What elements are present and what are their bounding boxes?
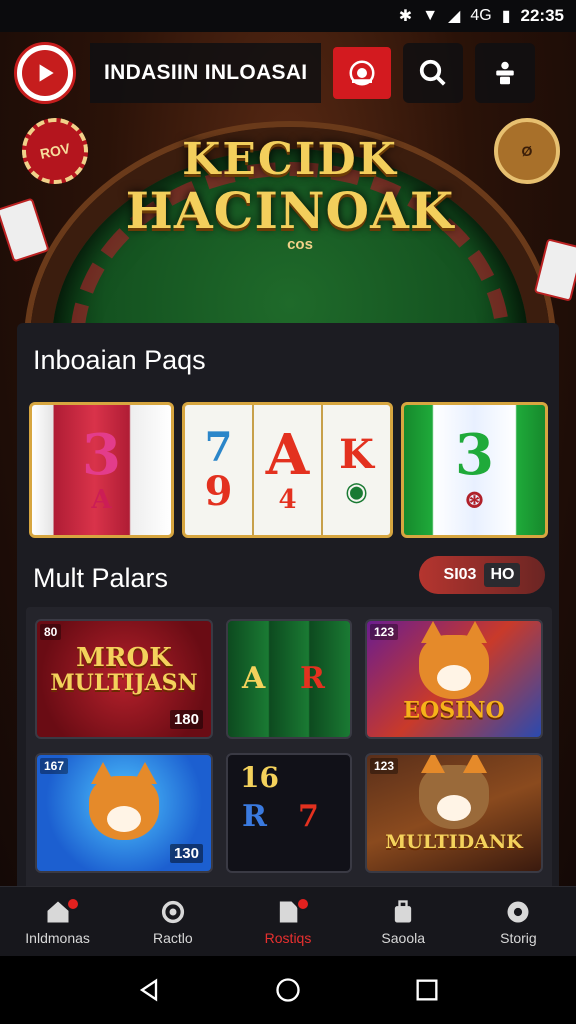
hero-subtitle: cos — [287, 236, 313, 253]
tile-symbol: 16 — [240, 761, 279, 794]
tile-symbol: R — [300, 661, 325, 696]
playing-card-decor — [533, 238, 576, 302]
fox-character-icon — [89, 762, 159, 841]
app-logo[interactable] — [14, 42, 76, 104]
tile-symbol: A — [242, 661, 266, 696]
reel-symbol: A — [91, 485, 112, 515]
reel-symbol: ◉ — [345, 477, 368, 507]
app-header: INDASIIN INLOASAI — [14, 40, 562, 106]
game-grid: 80 MROK MULTIJASN 180 A R 123 EOSINO 167… — [26, 607, 552, 897]
chip-icon — [349, 60, 375, 86]
battery-icon: ▮ — [501, 8, 511, 25]
reel-symbol: 4 — [278, 485, 297, 515]
reel-column: A 4 — [254, 405, 323, 535]
reel-symbol: A — [265, 422, 310, 488]
notification-badge — [66, 897, 80, 911]
profile-button[interactable] — [475, 43, 536, 103]
game-tile[interactable]: 80 MROK MULTIJASN 180 — [35, 619, 213, 739]
game-tile[interactable]: 167 130 — [35, 753, 213, 873]
featured-slot-1[interactable]: 3 A — [29, 402, 174, 538]
home-circle-icon[interactable] — [274, 976, 302, 1004]
reel-column: K ◉ — [323, 405, 390, 535]
tile-count: 180 — [169, 710, 203, 729]
sort-label: SI03 — [443, 566, 477, 583]
nav-label: Ractlo — [152, 929, 193, 946]
nav-label: Storig — [500, 929, 537, 946]
hero-title-line1: KECIDK — [182, 134, 398, 185]
featured-slot-3[interactable]: 3 ⊛ — [401, 402, 548, 538]
tile-title-line: MULTIJASN — [50, 669, 198, 696]
nav-label: Saoola — [381, 929, 425, 946]
app-title: INDASIIN INLOASAI — [90, 43, 322, 103]
play-icon — [22, 50, 68, 96]
sort-tag: HO — [484, 563, 521, 587]
content-panel: Inboaian Paqs 3 A 7 9 A 4 K ◉ 3 ⊛ Mult P… — [17, 323, 559, 943]
tile-title: MROK MULTIJASN — [37, 642, 211, 696]
tile-corner-label: 123 — [370, 624, 399, 640]
tile-corner-label: 123 — [370, 758, 399, 774]
game-tile[interactable]: 123 EOSINO — [365, 619, 543, 739]
promo-button[interactable] — [333, 47, 392, 99]
reel-symbol: 3 — [82, 422, 121, 488]
recents-icon[interactable] — [413, 976, 441, 1004]
status-bar: ✱ ▼ ◢ 4G ▮ 22:35 — [0, 0, 576, 32]
reel-column: 7 9 — [185, 405, 254, 535]
fox-character-icon — [419, 621, 489, 700]
search-icon — [420, 59, 447, 86]
playing-card-decor — [0, 197, 50, 263]
bottom-nav: Inldmonas Ractlo Rostiqs Saoola Storig — [0, 886, 576, 956]
user-icon — [496, 61, 515, 85]
wifi-icon: ▼ — [422, 7, 439, 24]
reel-symbol: 7 — [204, 424, 233, 471]
tile-count: 130 — [169, 844, 203, 863]
reel-symbol: ⊛ — [463, 485, 486, 515]
tile-corner-label: 80 — [40, 624, 62, 640]
hero-title: KECIDK HACINOAK — [80, 134, 500, 240]
nav-label: Rostiqs — [264, 929, 312, 946]
nav-label: Inldmonas — [25, 929, 90, 946]
bluetooth-icon: ✱ — [398, 8, 413, 25]
game-tile[interactable]: 123 MULTIDANK — [365, 753, 543, 873]
tile-symbol: 7 — [298, 799, 319, 834]
status-time: 22:35 — [520, 6, 564, 25]
tile-corner-label: 167 — [40, 758, 69, 774]
game-tile[interactable]: A R — [226, 619, 352, 739]
back-icon[interactable] — [135, 976, 163, 1004]
notification-badge — [296, 897, 311, 911]
system-nav-bar — [0, 956, 576, 1024]
settings-icon — [161, 900, 184, 923]
featured-slot-2[interactable]: 7 9 A 4 K ◉ — [182, 402, 393, 538]
tile-title: MULTIDANK — [385, 831, 523, 854]
sort-toggle[interactable]: SI03 HO — [419, 556, 545, 594]
nav-item-rostiqs[interactable]: Rostiqs — [230, 887, 345, 956]
search-button[interactable] — [403, 43, 464, 103]
gear-icon — [507, 901, 529, 922]
nav-item-home[interactable]: Inldmonas — [0, 887, 115, 956]
reel-column: 3 A — [32, 405, 171, 535]
hero-title-line2: HACINOAK — [125, 181, 455, 240]
game-tile[interactable]: 16 R 7 — [226, 753, 352, 873]
reel-symbol: 3 — [455, 422, 494, 488]
nav-item-saoola[interactable]: Saoola — [346, 887, 461, 956]
section-title-multi: Mult Palars — [33, 563, 169, 593]
reel-symbol: K — [339, 431, 374, 478]
casino-chip-right: Ø — [494, 118, 560, 184]
wolf-character-icon — [419, 755, 489, 829]
bag-icon — [395, 899, 412, 922]
nav-item-storig[interactable]: Storig — [461, 887, 576, 956]
tile-title-line: MROK — [76, 642, 172, 673]
signal-icon: ◢ — [448, 8, 461, 25]
tile-symbol: R — [242, 799, 267, 834]
nav-item-ractlo[interactable]: Ractlo — [115, 887, 230, 956]
tile-title: EOSINO — [403, 697, 505, 724]
network-label: 4G — [470, 7, 492, 24]
section-title-featured: Inboaian Paqs — [33, 345, 206, 375]
reel-column: 3 ⊛ — [404, 405, 545, 535]
reel-symbol: 9 — [204, 468, 233, 515]
